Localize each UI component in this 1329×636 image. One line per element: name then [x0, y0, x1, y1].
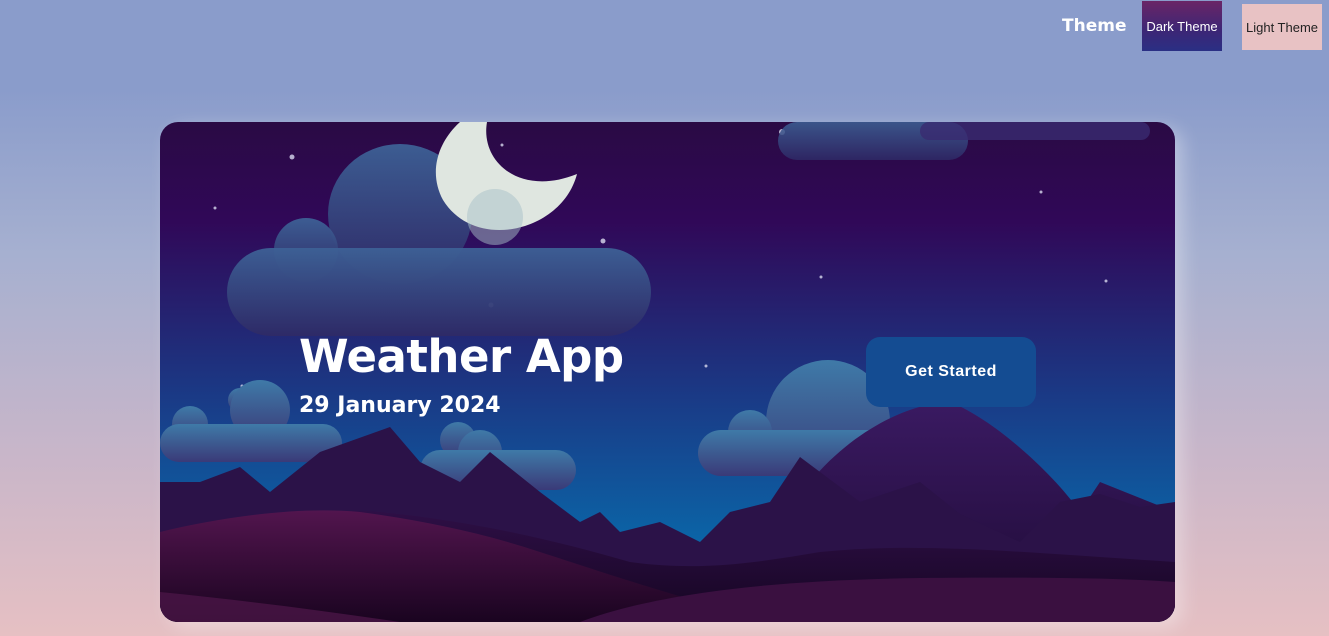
hero-card: Weather App 29 January 2024 Get Started: [160, 122, 1175, 622]
dark-theme-button[interactable]: Dark Theme: [1142, 1, 1222, 51]
get-started-button[interactable]: Get Started: [866, 337, 1036, 407]
theme-label: Theme: [1062, 16, 1127, 36]
top-bar: Theme Dark Theme Light Theme: [0, 0, 1329, 60]
app-title: Weather App: [299, 330, 624, 383]
light-theme-button[interactable]: Light Theme: [1242, 4, 1322, 50]
current-date: 29 January 2024: [299, 393, 501, 418]
